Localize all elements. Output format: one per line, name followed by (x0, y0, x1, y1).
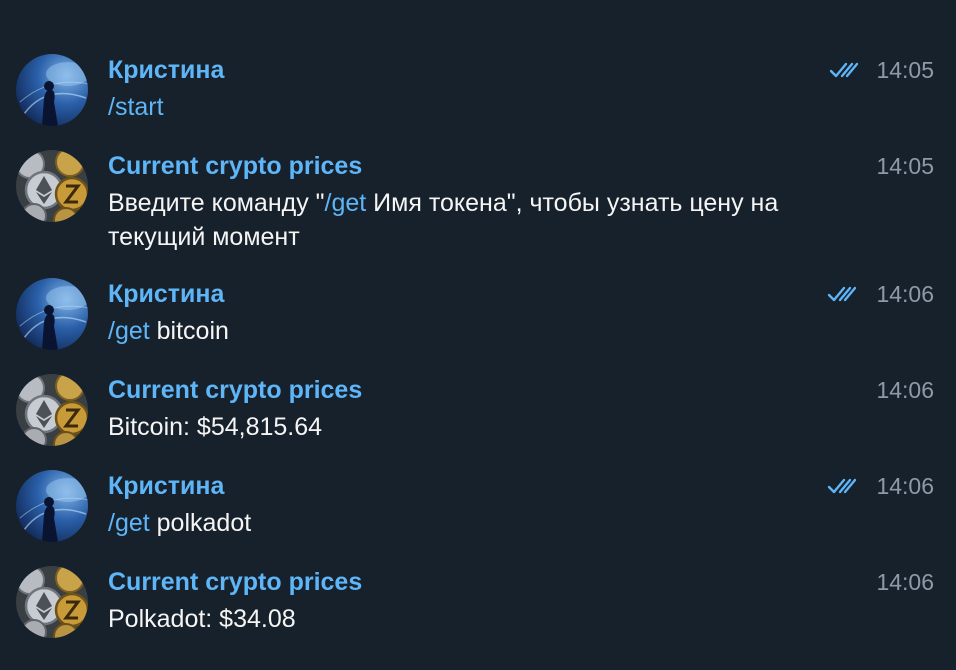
message-time: 14:06 (876, 281, 934, 307)
message-time: 14:06 (876, 377, 934, 403)
chat-history: Кристина 14:05 /start Current crypto pri… (0, 0, 956, 670)
message-text-part: bitcoin (149, 317, 229, 345)
sender-name[interactable]: Кристина (108, 278, 224, 310)
message-text-part: polkadot (149, 509, 252, 537)
bot-avatar[interactable] (16, 374, 88, 446)
double-check-icon (827, 286, 857, 302)
message-text: Введите команду "/get Имя токена", чтобы… (108, 186, 828, 254)
sender-name[interactable]: Current crypto prices (108, 150, 362, 182)
message-time: 14:06 (876, 569, 934, 595)
message-text-part: Polkadot: $34.08 (108, 605, 296, 633)
bot-avatar-image (16, 566, 88, 638)
bot-avatar[interactable] (16, 566, 88, 638)
message-text: /get polkadot (108, 506, 828, 540)
command-link[interactable]: /start (108, 93, 164, 121)
message-text: /start (108, 90, 828, 124)
user-avatar-image (16, 278, 88, 350)
sender-name[interactable]: Кристина (108, 470, 224, 502)
user-avatar[interactable] (16, 54, 88, 126)
sender-name[interactable]: Кристина (108, 54, 224, 86)
command-link[interactable]: /get (325, 189, 367, 217)
double-check-icon (827, 478, 857, 494)
bot-avatar-image (16, 150, 88, 222)
message-text: Polkadot: $34.08 (108, 602, 828, 636)
message-text: Bitcoin: $54,815.64 (108, 410, 828, 444)
bot-avatar-image (16, 374, 88, 446)
message-time: 14:06 (876, 473, 934, 499)
sender-name[interactable]: Current crypto prices (108, 374, 362, 406)
sender-name[interactable]: Current crypto prices (108, 566, 362, 598)
message-time: 14:05 (876, 57, 934, 83)
user-avatar[interactable] (16, 470, 88, 542)
command-link[interactable]: /get (108, 317, 150, 345)
message-text-part: Введите команду " (108, 189, 325, 217)
double-check-icon (829, 62, 859, 78)
command-link[interactable]: /get (108, 509, 150, 537)
user-avatar-image (16, 470, 88, 542)
user-avatar[interactable] (16, 278, 88, 350)
message-text: /get bitcoin (108, 314, 828, 348)
bot-avatar[interactable] (16, 150, 88, 222)
message-time: 14:05 (876, 153, 934, 179)
message-text-part: Bitcoin: $54,815.64 (108, 413, 323, 441)
user-avatar-image (16, 54, 88, 126)
